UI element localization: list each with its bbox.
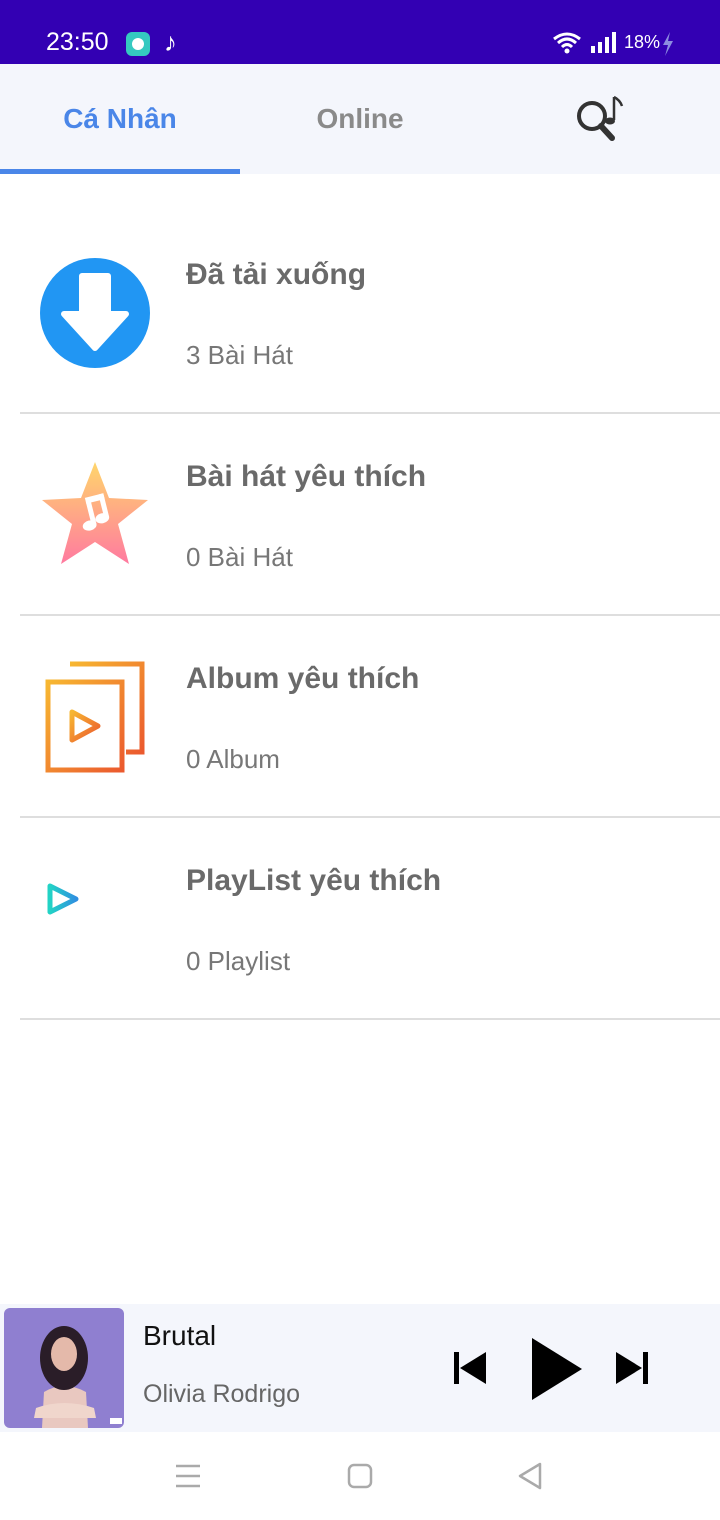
back-icon[interactable] bbox=[512, 1458, 548, 1494]
tab-bar: Cá Nhân Online bbox=[0, 64, 720, 174]
album-icon bbox=[45, 661, 145, 773]
list-item-downloaded[interactable]: Đã tải xuống 3 Bài Hát bbox=[0, 212, 720, 414]
list-item-favorite-songs[interactable]: Bài hát yêu thích 0 Bài Hát bbox=[0, 414, 720, 616]
list-item-favorite-playlists[interactable]: PlayList yêu thích 0 Playlist bbox=[0, 818, 720, 1020]
app-icon bbox=[126, 32, 150, 56]
tab-online[interactable]: Online bbox=[240, 64, 480, 174]
item-count: 0 Album bbox=[186, 744, 280, 774]
song-artist: Olivia Rodrigo bbox=[143, 1380, 301, 1408]
tab-label: Cá Nhân bbox=[63, 103, 177, 134]
battery-percentage: 18% bbox=[624, 32, 661, 52]
wifi-icon bbox=[553, 32, 581, 54]
previous-icon[interactable] bbox=[448, 1346, 492, 1390]
list-item-favorite-albums[interactable]: Album yêu thích 0 Album bbox=[0, 616, 720, 818]
item-count: 0 Playlist bbox=[186, 946, 291, 976]
item-title: PlayList yêu thích bbox=[186, 864, 442, 897]
playlist-icon bbox=[47, 883, 145, 945]
signal-icon bbox=[591, 32, 616, 53]
tab-label: Online bbox=[316, 103, 404, 134]
system-nav-bar bbox=[0, 1432, 720, 1520]
active-tab-indicator bbox=[0, 169, 240, 174]
status-bar: 23:50 ♪ 18% bbox=[0, 0, 720, 64]
star-music-icon bbox=[42, 462, 148, 564]
tab-ca-nhan[interactable]: Cá Nhân bbox=[0, 64, 240, 174]
item-title: Đã tải xuống bbox=[186, 258, 367, 291]
album-art[interactable] bbox=[4, 1308, 124, 1428]
library-list: Đã tải xuống 3 Bài Hát Bài hát yêu thích… bbox=[0, 212, 720, 1020]
play-icon[interactable] bbox=[524, 1334, 588, 1404]
mini-player[interactable]: Brutal Olivia Rodrigo bbox=[0, 1304, 720, 1432]
status-time: 23:50 bbox=[46, 28, 109, 56]
item-count: 0 Bài Hát bbox=[186, 542, 293, 572]
item-count: 3 Bài Hát bbox=[186, 340, 293, 370]
divider bbox=[20, 1018, 720, 1020]
song-title: Brutal bbox=[143, 1320, 217, 1351]
music-search-icon[interactable] bbox=[560, 92, 640, 148]
charging-bolt-icon bbox=[663, 32, 673, 56]
item-title: Album yêu thích bbox=[186, 662, 420, 695]
item-title: Bài hát yêu thích bbox=[186, 460, 427, 493]
download-icon bbox=[40, 258, 150, 368]
home-icon[interactable] bbox=[344, 1460, 376, 1492]
menu-icon[interactable] bbox=[168, 1460, 208, 1492]
music-note-icon: ♪ bbox=[164, 27, 177, 57]
next-icon[interactable] bbox=[610, 1346, 654, 1390]
